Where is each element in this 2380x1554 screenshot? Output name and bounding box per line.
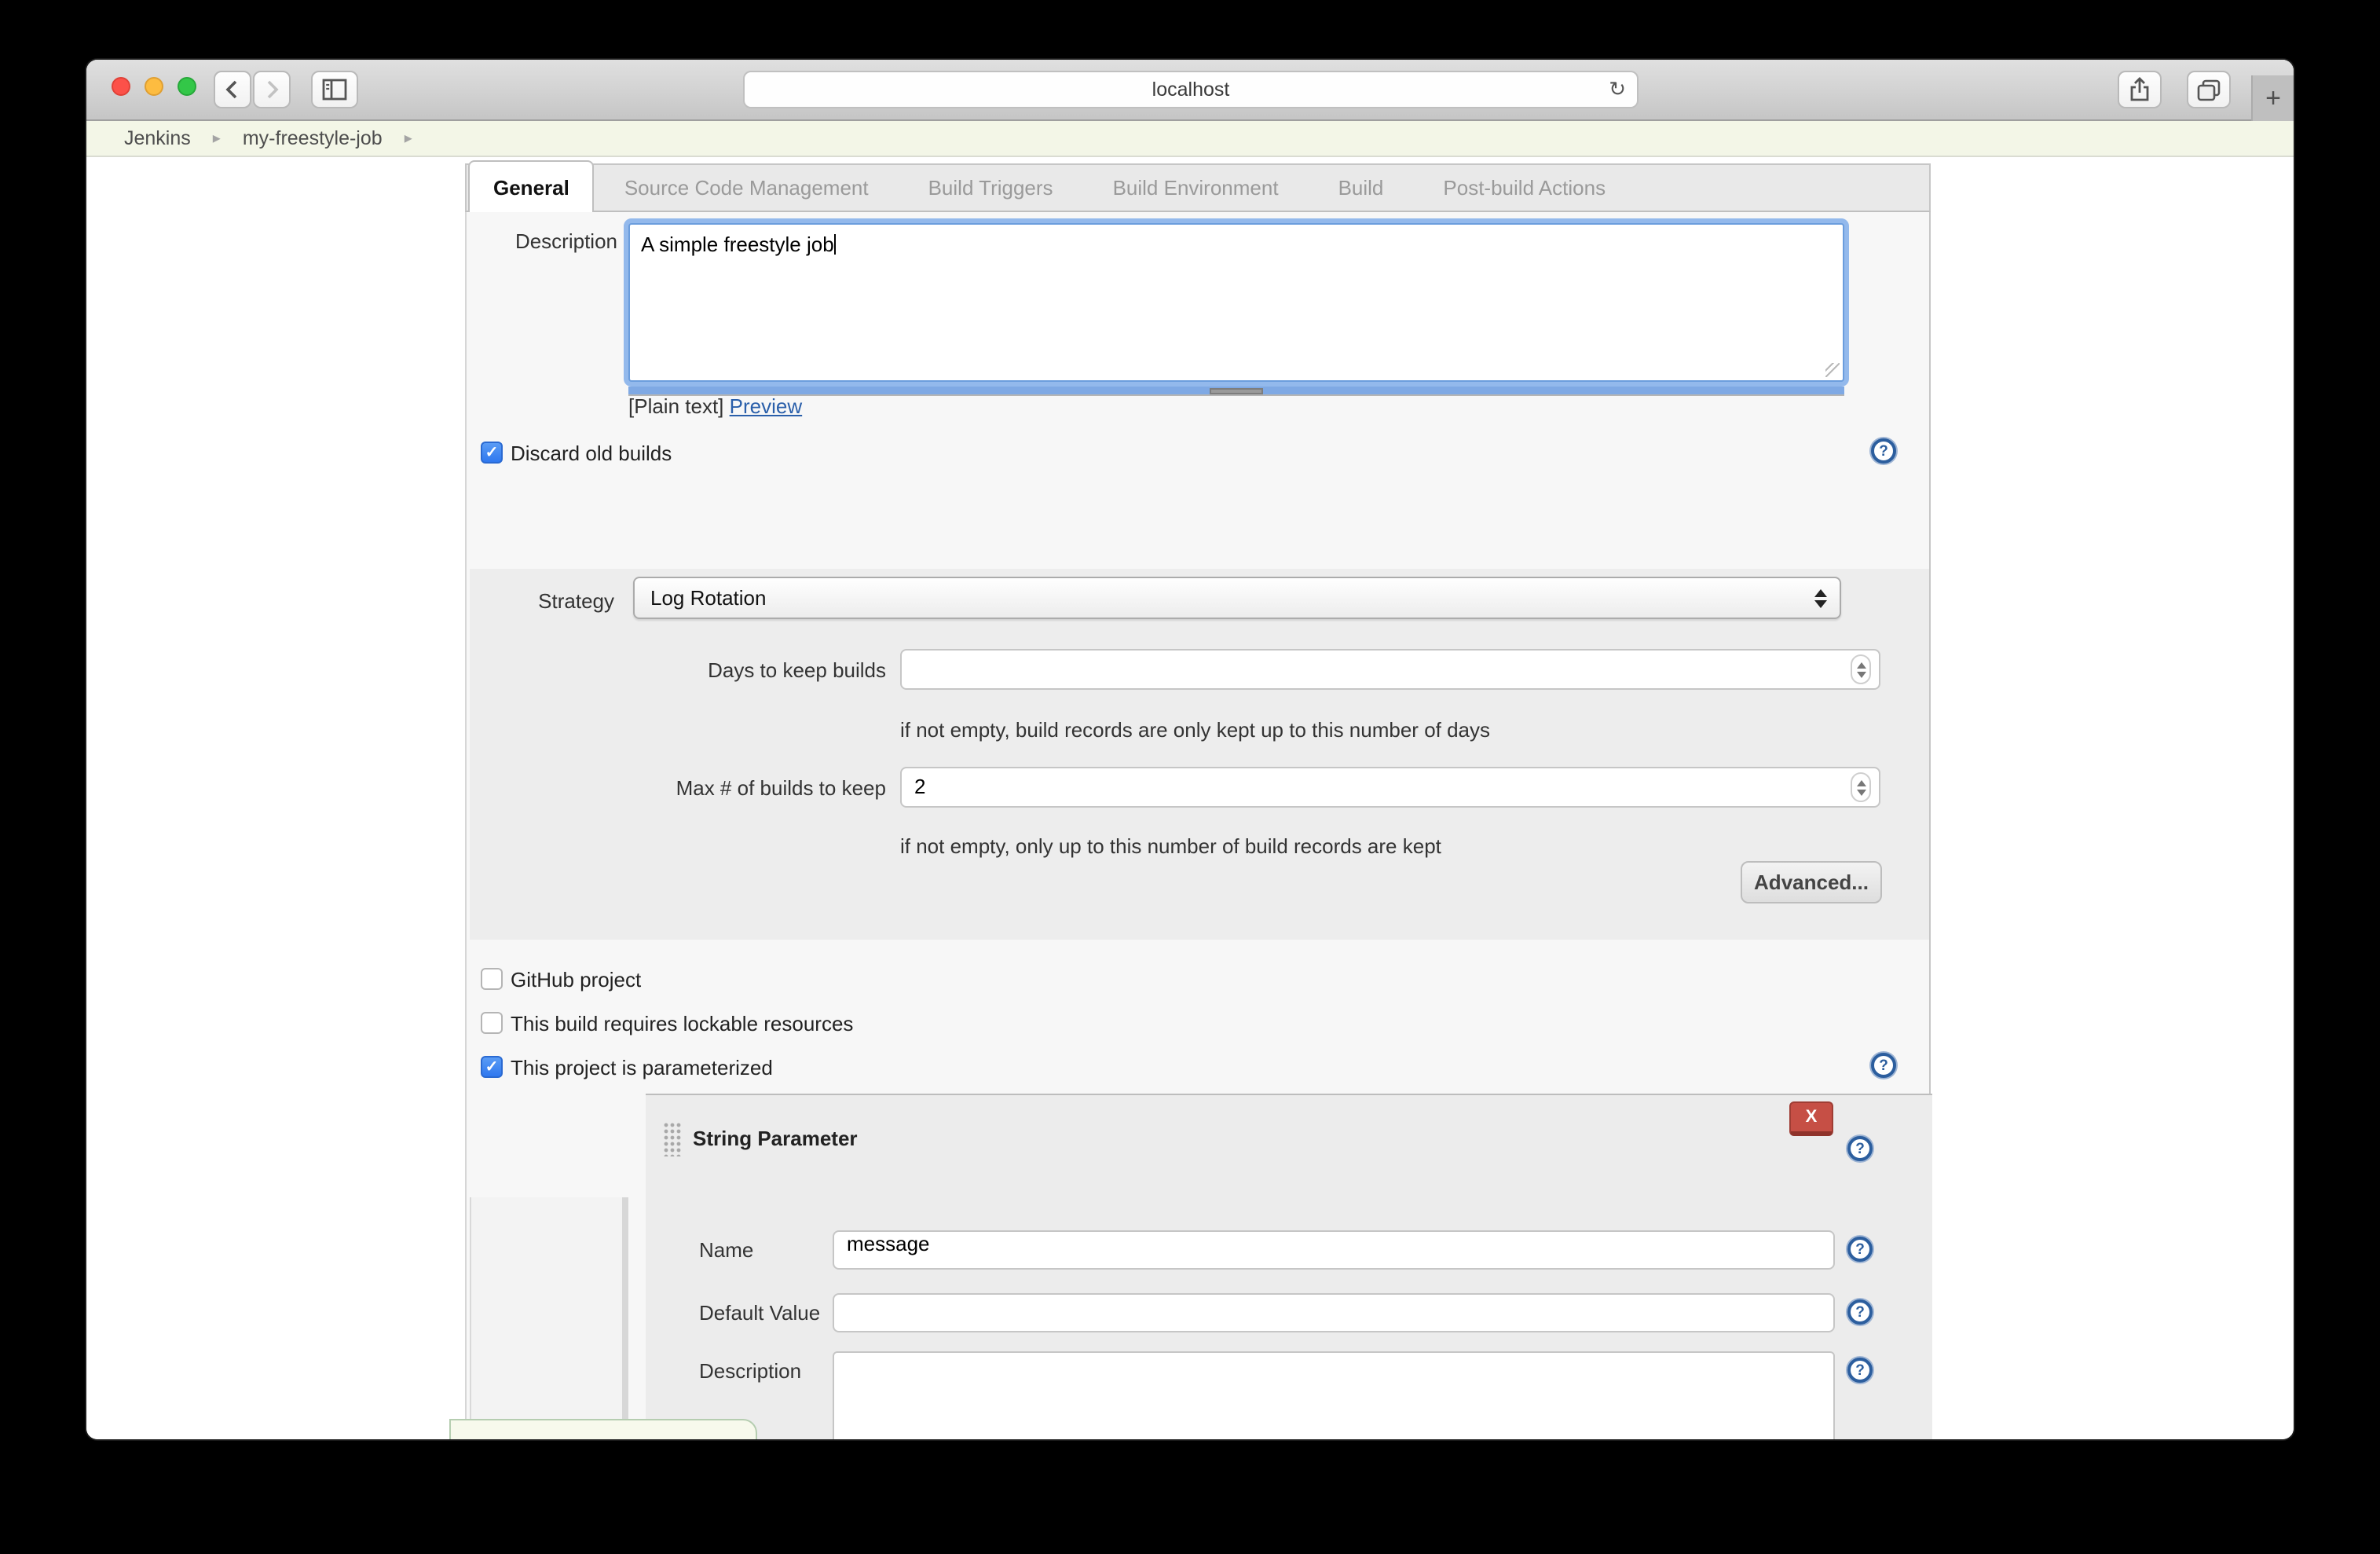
close-window-button[interactable] xyxy=(112,77,130,96)
breadcrumb-separator-icon[interactable]: ▸ xyxy=(405,130,412,147)
param-default-value-input[interactable] xyxy=(833,1293,1835,1332)
parameterized-checkbox[interactable]: ✓ xyxy=(481,1056,503,1078)
general-tab-panel: Description A simple freestyle job [Plai… xyxy=(465,212,1931,1439)
config-tabbar: General Source Code Management Build Tri… xyxy=(465,163,1931,212)
select-arrows-icon xyxy=(1814,588,1827,607)
nested-indent-guide xyxy=(470,1197,628,1439)
breadcrumb-item-jenkins[interactable]: Jenkins xyxy=(124,127,191,149)
save-apply-panel: Save Apply xyxy=(449,1419,757,1439)
help-icon[interactable]: ? xyxy=(1871,1053,1896,1078)
discard-old-builds-section xyxy=(470,569,1929,940)
discard-old-builds-checkbox[interactable]: ✓ xyxy=(481,442,503,464)
tab-post-build-actions[interactable]: Post-build Actions xyxy=(1413,176,1635,200)
string-parameter-section: X String Parameter ? Name message ? Defa… xyxy=(646,1094,1932,1439)
browser-window: localhost ↻ + Jenkins ▸ my-freestyle-job… xyxy=(86,60,2294,1439)
days-to-keep-help: if not empty, build records are only kep… xyxy=(900,718,1490,742)
sidebar-toggle-button[interactable] xyxy=(311,71,358,108)
strategy-label: Strategy xyxy=(467,589,614,613)
param-description-textarea[interactable] xyxy=(833,1351,1835,1439)
help-icon[interactable]: ? xyxy=(1847,1237,1873,1262)
advanced-button[interactable]: Advanced... xyxy=(1741,861,1882,903)
preview-link[interactable]: Preview xyxy=(730,394,803,418)
strategy-value: Log Rotation xyxy=(650,586,766,610)
days-to-keep-input[interactable] xyxy=(900,649,1880,690)
drag-handle-icon[interactable] xyxy=(663,1122,682,1156)
tab-build-triggers[interactable]: Build Triggers xyxy=(899,176,1083,200)
help-icon[interactable]: ? xyxy=(1847,1358,1873,1383)
tab-source-code-management[interactable]: Source Code Management xyxy=(595,176,899,200)
number-spinner-icon[interactable] xyxy=(1851,772,1871,802)
plain-text-note: [Plain text] xyxy=(628,394,723,418)
back-button[interactable] xyxy=(214,71,251,108)
breadcrumb: Jenkins ▸ my-freestyle-job ▸ xyxy=(86,121,2294,157)
plus-icon: + xyxy=(2265,82,2281,114)
description-format-row: [Plain text] Preview xyxy=(628,394,802,418)
help-icon[interactable]: ? xyxy=(1847,1299,1873,1325)
url-text: localhost xyxy=(1152,79,1230,101)
desktop: localhost ↻ + Jenkins ▸ my-freestyle-job… xyxy=(0,0,2380,1554)
tab-overview-button[interactable] xyxy=(2187,71,2231,108)
text-caret xyxy=(834,234,836,255)
help-icon[interactable]: ? xyxy=(1847,1136,1873,1161)
strategy-select[interactable]: Log Rotation xyxy=(633,577,1841,619)
param-default-value-label: Default Value xyxy=(699,1301,820,1325)
share-icon xyxy=(2129,77,2151,102)
share-button[interactable] xyxy=(2118,71,2162,108)
breadcrumb-separator-icon: ▸ xyxy=(213,130,221,147)
refresh-icon[interactable]: ↻ xyxy=(1609,77,1626,102)
tab-build[interactable]: Build xyxy=(1309,176,1414,200)
browser-toolbar: localhost ↻ + xyxy=(86,60,2294,121)
max-builds-label: Max # of builds to keep xyxy=(561,776,886,800)
days-to-keep-label: Days to keep builds xyxy=(561,658,886,682)
breadcrumb-item-job[interactable]: my-freestyle-job xyxy=(243,127,383,149)
help-icon[interactable]: ? xyxy=(1871,438,1896,464)
delete-parameter-button[interactable]: X xyxy=(1789,1101,1833,1136)
description-text: A simple freestyle job xyxy=(641,233,834,256)
discard-old-builds-label[interactable]: Discard old builds xyxy=(511,442,672,465)
max-builds-input[interactable]: 2 xyxy=(900,767,1880,808)
lockable-resources-label[interactable]: This build requires lockable resources xyxy=(511,1012,853,1035)
minimize-window-button[interactable] xyxy=(145,77,163,96)
param-description-label: Description xyxy=(699,1359,801,1383)
textarea-drag-bar[interactable] xyxy=(628,387,1844,396)
description-textarea[interactable]: A simple freestyle job xyxy=(628,223,1844,382)
param-name-label: Name xyxy=(699,1238,753,1262)
github-project-checkbox[interactable] xyxy=(481,968,503,990)
zoom-window-button[interactable] xyxy=(178,77,196,96)
forward-chevron-icon xyxy=(261,79,283,101)
parameterized-label[interactable]: This project is parameterized xyxy=(511,1056,773,1079)
textarea-resize-grip-icon[interactable] xyxy=(1825,363,1840,377)
lockable-resources-checkbox[interactable] xyxy=(481,1012,503,1034)
tab-general[interactable]: General xyxy=(468,160,595,212)
tab-build-environment[interactable]: Build Environment xyxy=(1083,176,1309,200)
max-builds-help: if not empty, only up to this number of … xyxy=(900,834,1441,858)
github-project-label[interactable]: GitHub project xyxy=(511,968,641,991)
address-bar[interactable]: localhost ↻ xyxy=(743,71,1639,108)
job-config-page: General Source Code Management Build Tri… xyxy=(86,157,2294,1439)
description-label: Description xyxy=(467,229,617,253)
forward-button[interactable] xyxy=(253,71,291,108)
string-parameter-title: String Parameter xyxy=(693,1127,858,1150)
sidebar-icon xyxy=(322,79,347,101)
param-name-input[interactable]: message xyxy=(833,1230,1835,1270)
new-tab-button[interactable]: + xyxy=(2251,75,2294,121)
number-spinner-icon[interactable] xyxy=(1851,654,1871,684)
tabs-overview-icon xyxy=(2196,78,2221,101)
back-chevron-icon xyxy=(222,79,243,101)
